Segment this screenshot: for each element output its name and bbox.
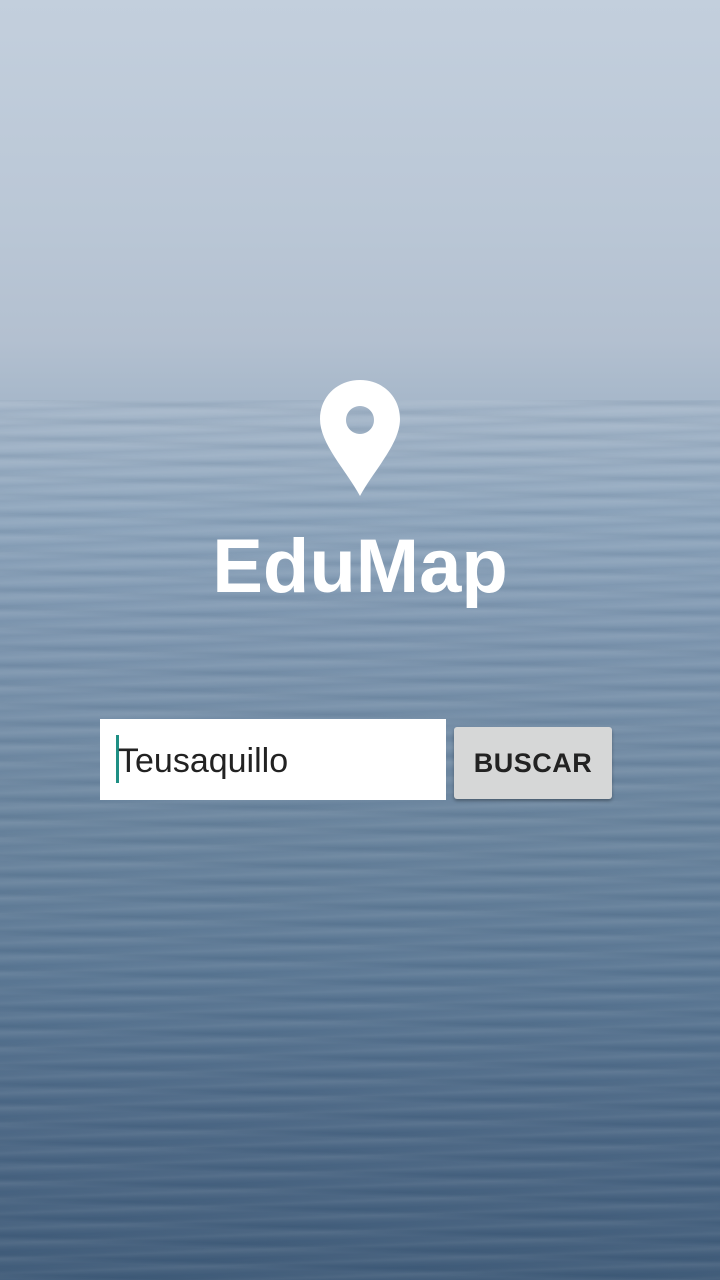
- search-button[interactable]: BUSCAR: [454, 727, 612, 799]
- app-title: EduMap: [212, 524, 508, 609]
- map-pin-icon: [320, 380, 400, 496]
- search-input[interactable]: Teusaquillo: [100, 719, 446, 800]
- search-input-value: Teusaquillo: [118, 742, 289, 780]
